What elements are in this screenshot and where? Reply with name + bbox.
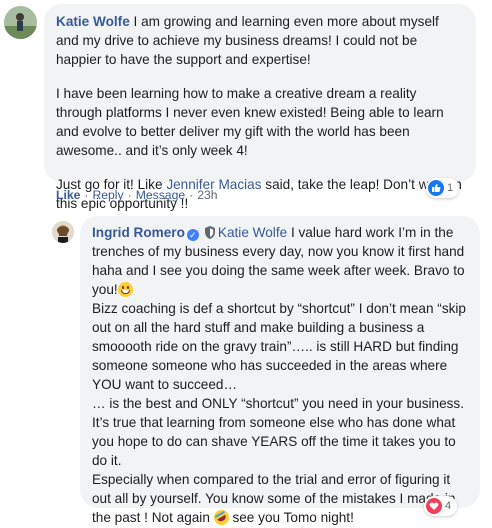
mention-katie-wolfe[interactable]: Katie Wolfe: [218, 225, 287, 240]
like-reaction-icon: [428, 180, 444, 196]
comment-author-name[interactable]: Katie Wolfe: [56, 14, 130, 29]
separator-dot: ·: [189, 188, 194, 202]
grinning-emoji-icon: [117, 282, 133, 297]
separator-dot: ·: [84, 188, 89, 202]
reaction-count: 4: [445, 500, 452, 512]
comment-bubble-katie: Katie Wolfe I am growing and learning ev…: [44, 4, 476, 211]
reaction-summary[interactable]: 1: [426, 178, 460, 198]
reply-paragraph-4: It’s true that learning from someone els…: [92, 415, 456, 468]
ingrid-romero-avatar[interactable]: [52, 221, 74, 243]
reaction-count: 1: [447, 182, 454, 194]
reaction-summary-reply[interactable]: 4: [424, 496, 458, 516]
comment-bubble-ingrid: Ingrid Romero ✓ Katie Wolfe I value hard w…: [80, 216, 480, 528]
katie-wolfe-avatar[interactable]: [4, 6, 37, 39]
comment-paragraph-2: I have been learning how to make a creat…: [56, 86, 444, 158]
comment-paragraph-1: Katie Wolfe I am growing and learning ev…: [56, 12, 464, 69]
comment-text: see you Tomo night!: [228, 510, 354, 525]
reply-author-name[interactable]: Ingrid Romero: [92, 225, 185, 240]
reply-paragraph-5: Especially when compared to the trial an…: [92, 470, 468, 528]
comment-timestamp[interactable]: 23h: [197, 188, 217, 202]
comment-actions: Like · Reply · Message · 23h: [56, 188, 218, 202]
message-button[interactable]: Message: [136, 188, 185, 202]
love-reaction-icon: [426, 498, 442, 514]
reply-paragraph-2: Bizz coaching is def a shortcut by “shor…: [92, 301, 466, 392]
reply-button[interactable]: Reply: [92, 188, 123, 202]
reply-paragraph-1: Ingrid Romero ✓ Katie Wolfe I value hard w…: [92, 223, 468, 299]
like-button[interactable]: Like: [56, 188, 80, 202]
verified-badge-icon: ✓: [186, 229, 199, 241]
admin-shield-icon: [204, 225, 216, 239]
separator-dot: ·: [127, 188, 132, 202]
reply-paragraph-3: … is the best and ONLY “shortcut” you ne…: [92, 396, 465, 411]
